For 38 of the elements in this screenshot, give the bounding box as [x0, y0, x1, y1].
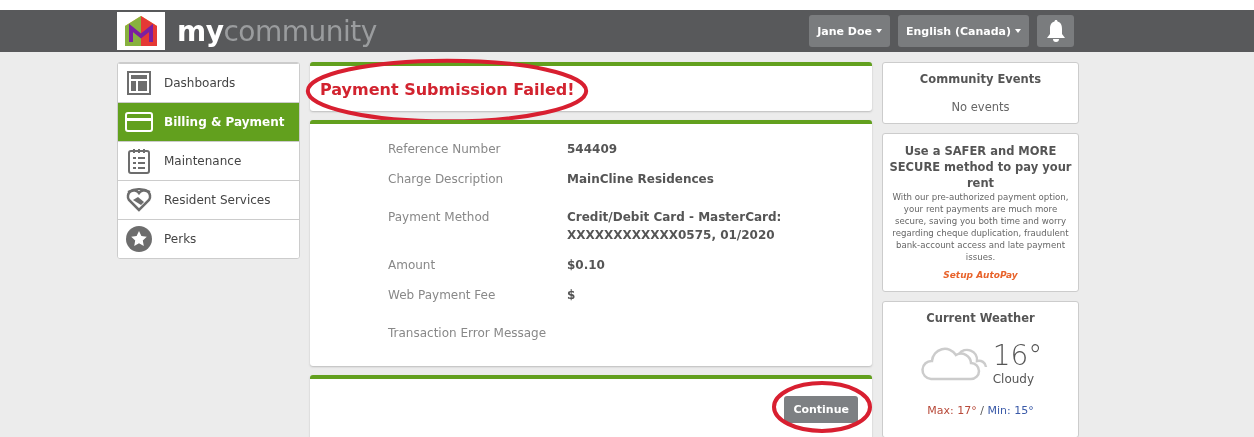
continue-button[interactable]: Continue	[784, 396, 858, 423]
detail-label: Transaction Error Message	[388, 325, 548, 342]
detail-value: Credit/Debit Card - MasterCard: XXXXXXXXXXXX0575, 01/2020	[567, 210, 782, 242]
layout-icon	[127, 71, 151, 95]
caret-icon	[1015, 29, 1021, 33]
detail-label: Amount	[388, 257, 437, 274]
error-title: Payment Submission Failed!	[319, 79, 576, 101]
notifications-button[interactable]	[1037, 15, 1074, 47]
sidebar-item[interactable]: Perks	[118, 219, 299, 258]
checklist-icon	[128, 148, 150, 174]
logo-icon	[117, 12, 165, 50]
weather-condition: Cloudy	[992, 372, 1036, 386]
detail-value: MainCline Residences	[567, 172, 714, 186]
detail-label: Reference Number	[388, 141, 502, 158]
bell-icon	[1045, 19, 1066, 43]
detail-label: Web Payment Fee	[388, 287, 497, 304]
empty-message: No events	[950, 100, 1011, 114]
heart-handshake-icon	[126, 188, 152, 212]
user-menu-button[interactable]: Jane Doe	[809, 15, 890, 47]
logo-text: mycommunity	[177, 14, 377, 48]
caret-icon	[875, 29, 882, 33]
detail-label: Payment Method	[388, 209, 491, 226]
min-temperature: Min: 15°	[987, 404, 1034, 417]
panel-title: Community Events	[918, 72, 1043, 86]
detail-value: $0.10	[567, 258, 605, 272]
promo-title: Use a SAFER and MORE SECURE method to pay your rent	[889, 143, 1072, 191]
separator: /	[980, 404, 984, 417]
autopay-link[interactable]: Setup AutoPay	[943, 270, 1018, 280]
language-menu-button[interactable]: English (Canada)	[897, 15, 1029, 47]
max-temperature: Max: 17°	[927, 404, 977, 417]
sidebar-item[interactable]: Billing & Payment	[118, 102, 299, 141]
credit-card-icon	[125, 112, 153, 132]
panel-title: Current Weather	[925, 311, 1036, 325]
detail-value: $	[567, 288, 576, 302]
promo-text: With our pre-authorized payment option, your rent payments are much more secure, saving you both time and worry regarding cheque duplication, fraudulent bank-account access and late payment issues.	[891, 191, 1070, 263]
detail-value: 544409	[567, 142, 618, 156]
detail-label: Charge Description	[388, 171, 505, 188]
temperature: 16°	[992, 339, 1043, 372]
